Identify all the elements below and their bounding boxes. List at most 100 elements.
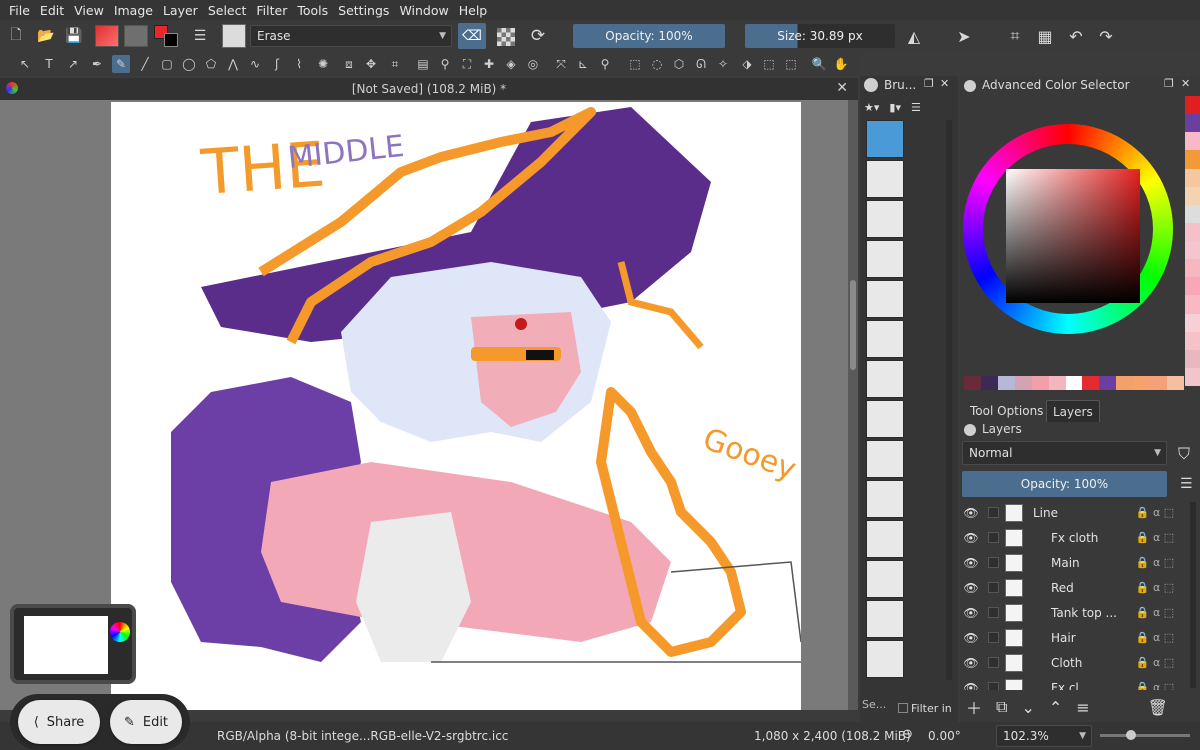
ellipse-tool-icon[interactable]: ◯ [180,55,198,73]
float-icon[interactable]: ❐ [924,77,934,90]
freehand-path-icon[interactable]: ʃ [268,55,286,73]
brush-preset-eraser[interactable] [866,120,904,158]
screenshot-thumbnail[interactable] [10,604,136,684]
recent-color-swatch[interactable] [997,376,1015,390]
edit-shapes-icon[interactable]: ↗ [64,55,82,73]
assistant-tool-icon[interactable]: ⤧ [552,55,570,73]
layer-opacity-slider[interactable]: Opacity: 100% [962,471,1167,497]
colorize-mask-icon[interactable]: ⛶ [458,55,476,73]
zoom-slider[interactable] [1100,730,1190,740]
layer-select-checkbox[interactable] [988,607,999,618]
freehand-select-icon[interactable]: ᘏ [692,55,710,73]
visibility-eye-icon[interactable]: 👁 [960,506,982,520]
menu-file[interactable]: File [4,3,35,18]
brush-preset-8[interactable] [866,400,904,438]
reference-tool-icon[interactable]: ⚲ [596,55,614,73]
layer-row[interactable]: 👁 Tank top ... 🔒 α ⬚ [960,600,1190,625]
new-document-icon[interactable]: 🗋 [6,26,26,46]
reload-preset-icon[interactable]: ⟳ [528,26,548,46]
move-up-icon[interactable]: ⌃ [1049,698,1062,717]
color-swatch[interactable] [1185,96,1200,115]
color-swatch[interactable] [1185,186,1200,205]
alpha-lock-icon[interactable] [497,28,515,46]
add-layer-icon[interactable]: ＋ [966,695,982,719]
menu-window[interactable]: Window [394,3,453,18]
layer-row[interactable]: 👁 Line 🔒 α ⬚ [960,500,1190,525]
document-tab[interactable]: [Not Saved] (108.2 MiB) * ✕ [0,78,858,100]
rect-select-icon[interactable]: ⬚ [626,55,644,73]
duplicate-layer-icon[interactable]: ⧉ [996,697,1007,717]
multibrush-icon[interactable]: ✺ [314,55,332,73]
zoom-select[interactable]: 102.3% ▼ [996,725,1092,747]
save-icon[interactable]: 💾 [64,26,84,46]
brush-preset-6[interactable] [866,320,904,358]
recent-color-swatch[interactable] [1014,376,1032,390]
smart-patch-icon[interactable]: ✚ [480,55,498,73]
color-swatch[interactable] [1185,367,1200,386]
menu-edit[interactable]: Edit [35,3,69,18]
ellipse-select-icon[interactable]: ◌ [648,55,666,73]
redo-icon[interactable]: ↷ [1096,26,1116,46]
brush-preset-7[interactable] [866,360,904,398]
filter-icon[interactable]: ⛉ [1178,444,1190,464]
menu-tools[interactable]: Tools [292,3,333,18]
menu-select[interactable]: Select [203,3,252,18]
layer-property-icons[interactable]: 🔒 α ⬚ [1120,656,1190,669]
select-shapes-icon[interactable]: ↖ [16,55,34,73]
recent-color-swatch[interactable] [1065,376,1083,390]
layer-scrollbar[interactable] [1190,502,1196,688]
brush-preset-2[interactable] [866,160,904,198]
enclose-fill-icon[interactable]: ◎ [524,55,542,73]
crop-tool-icon[interactable]: ⌗ [386,55,404,73]
layer-select-checkbox[interactable] [988,682,999,690]
tab-tool-options[interactable]: Tool Options [964,400,1049,422]
similar-select-icon[interactable]: ⬗ [738,55,756,73]
transform-icon[interactable]: ⧈ [340,55,358,73]
visibility-eye-icon[interactable]: 👁 [960,606,982,620]
color-swatch[interactable] [1185,114,1200,133]
visibility-eye-icon[interactable]: 👁 [960,531,982,545]
color-swatch[interactable] [1185,168,1200,187]
layer-select-checkbox[interactable] [988,632,999,643]
recent-color-swatch[interactable] [1150,376,1168,390]
polyline-tool-icon[interactable]: ⋀ [224,55,242,73]
close-docker-icon[interactable]: ✕ [1181,77,1190,90]
canvas-vertical-scrollbar[interactable] [848,100,858,710]
pattern-swatch[interactable] [124,25,148,47]
layer-select-checkbox[interactable] [988,582,999,593]
brush-preset-4[interactable] [866,240,904,278]
layer-row[interactable]: 👁 Cloth 🔒 α ⬚ [960,650,1190,675]
color-swatch[interactable] [1185,259,1200,278]
magnetic-select-icon[interactable]: ⬚ [782,55,800,73]
workspace-icon[interactable]: ▦ [1035,26,1055,46]
brush-preset-9[interactable] [866,440,904,478]
brush-scrollbar[interactable] [946,120,952,680]
color-swatch[interactable] [1185,241,1200,260]
polygon-select-icon[interactable]: ⬡ [670,55,688,73]
filter-in-toggle[interactable]: Filter in [898,698,958,718]
view-mode-icon[interactable]: ☰ [911,101,921,114]
recent-color-swatch[interactable] [1099,376,1117,390]
preset-name-combo[interactable]: Erase ▼ [250,25,452,47]
measure-tool-icon[interactable]: ⊾ [574,55,592,73]
drawing-canvas[interactable]: THE MIDDLE Gooey [111,102,801,710]
zoom-tool-icon[interactable]: 🔍 [810,55,828,73]
zoom-slider-handle[interactable] [1126,730,1136,740]
contiguous-select-icon[interactable]: ✧ [714,55,732,73]
brush-preset-10[interactable] [866,480,904,518]
recent-color-swatch[interactable] [1133,376,1151,390]
share-button[interactable]: ⟨ Share [18,700,100,744]
blend-list-icon[interactable]: ☰ [190,26,210,46]
layer-property-icons[interactable]: 🔒 α ⬚ [1120,606,1190,619]
tab-layers[interactable]: Layers [1046,400,1100,422]
layer-property-icons[interactable]: 🔒 α ⬚ [1120,681,1190,690]
tag-icon[interactable]: ★▾ [864,101,879,114]
layer-property-icons[interactable]: 🔒 α ⬚ [1120,506,1190,519]
freehand-brush-icon[interactable]: ✎ [112,55,130,73]
background-color[interactable] [164,33,178,47]
brush-preset-thumbnail[interactable] [222,24,246,48]
layer-row[interactable]: 👁 Fx cloth 🔒 α ⬚ [960,525,1190,550]
filter-checkbox[interactable] [898,703,908,713]
edit-button[interactable]: ✎ Edit [110,700,182,744]
visibility-eye-icon[interactable]: 👁 [960,581,982,595]
